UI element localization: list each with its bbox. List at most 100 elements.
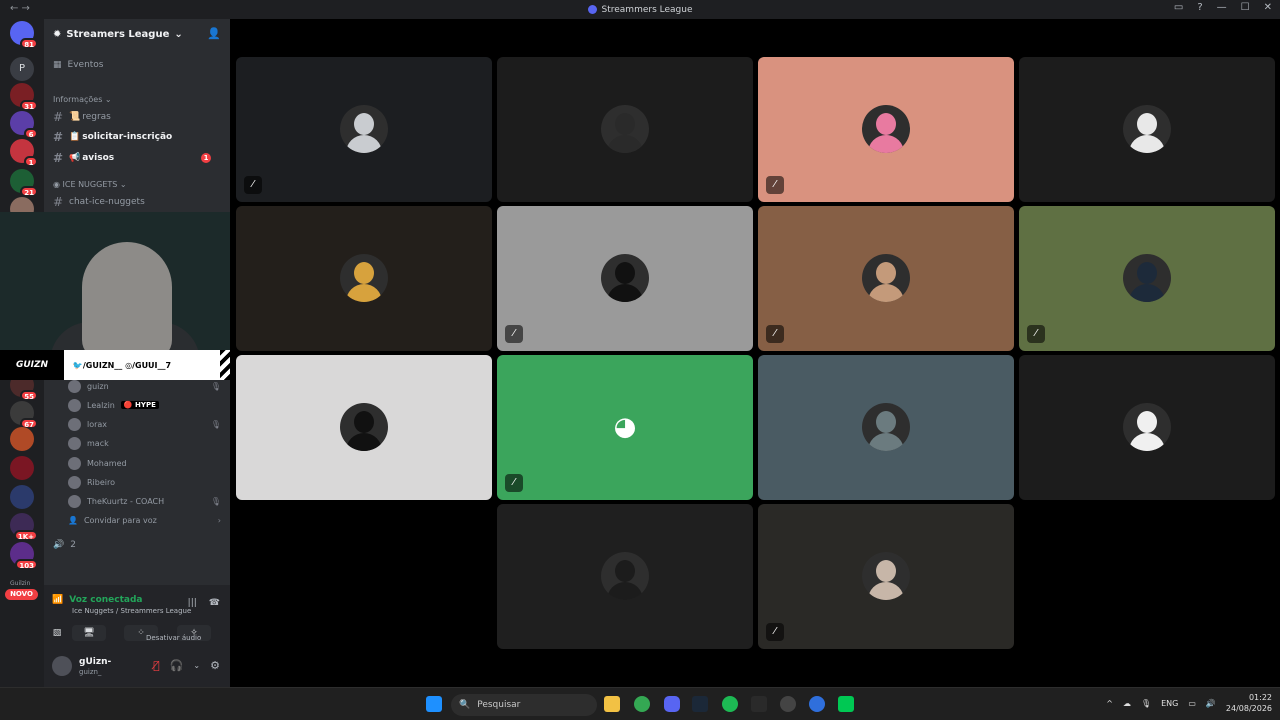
voice-channel-2[interactable]: 🔊 2 [53, 536, 221, 554]
server-icon[interactable]: 81 [10, 21, 38, 49]
avatar[interactable] [52, 656, 72, 676]
channel-avisos[interactable]: # 📢 avisos 1 [53, 149, 221, 167]
channel-regras[interactable]: # 📜 regras [53, 108, 221, 126]
chevron-up-icon[interactable]: ^ [1106, 699, 1113, 708]
search-icon: 🔍 [459, 700, 471, 710]
participant-tile[interactable] [1019, 355, 1275, 500]
channel-solicitar-inscricao[interactable]: # 📋 solicitar-inscrição [53, 128, 221, 146]
onedrive-icon[interactable]: ☁ [1123, 699, 1131, 708]
server-icon[interactable]: 67 [10, 401, 38, 429]
chrome-icon[interactable] [634, 696, 650, 712]
server-icon[interactable]: 6 [10, 111, 38, 139]
obs-icon[interactable] [780, 696, 796, 712]
close-button[interactable]: ✕ [1264, 2, 1272, 13]
voice-connected-status[interactable]: 📶 Voz conectada [52, 595, 143, 605]
voice-user[interactable]: Ribeiro [68, 474, 221, 492]
participant-tile[interactable] [236, 355, 492, 500]
network-icon[interactable]: ▭ [1188, 699, 1196, 708]
disconnect-icon[interactable]: ☎ [209, 598, 220, 608]
events-item[interactable]: ▦ Eventos [53, 56, 221, 74]
participant-tile[interactable]: ⁄ [758, 57, 1014, 202]
avatar [68, 437, 81, 451]
avatar-body [868, 284, 904, 302]
user-panel: gUizn- guizn_ 🎙̸ 🎧 ⌄ ⚙ [44, 645, 230, 687]
voice-user-name: guizn [87, 381, 109, 391]
camera-off-button[interactable]: ▧ [40, 625, 74, 641]
user-tag: 🔴 HYPE [120, 401, 159, 410]
avatar-body [346, 135, 382, 153]
unread-badge: 55 [20, 390, 38, 401]
voice-user[interactable]: TheKuurtz - COACH 🎙 [68, 493, 221, 511]
steam-icon[interactable] [692, 696, 708, 712]
server-icon[interactable]: 1 [10, 139, 38, 167]
avatar-body [346, 433, 382, 451]
participant-tile[interactable]: ⁄ [758, 206, 1014, 351]
volume-icon[interactable]: 🔊 [1206, 699, 1216, 708]
category-informacoes[interactable]: Informações ⌄ [53, 95, 112, 104]
category-ice-nuggets[interactable]: ◉ ICE NUGGETS ⌄ [53, 180, 127, 189]
participant-tile[interactable] [236, 206, 492, 351]
ea-icon[interactable] [809, 696, 825, 712]
voice-user[interactable]: Mohamed [68, 454, 221, 472]
windows-start-icon[interactable] [426, 696, 442, 712]
windows-taskbar: 🔍 Pesquisar ^ ☁ 🎙 ENG ▭ 🔊 01:22 24/08/20… [0, 687, 1280, 720]
minimize-button[interactable]: — [1217, 2, 1227, 13]
inbox-icon[interactable]: ▭ [1174, 2, 1183, 13]
server-icon[interactable] [10, 485, 34, 509]
avatar [601, 552, 649, 600]
participant-tile[interactable] [758, 355, 1014, 500]
invite-to-voice[interactable]: 👤 Convidar para voz › [68, 511, 221, 529]
server-icon[interactable]: 103 [10, 542, 38, 570]
voice-user[interactable]: lorax 🎙 [68, 416, 221, 434]
participant-tile[interactable]: ⁄ [1019, 206, 1275, 351]
chevron-down-icon[interactable]: ⌄ [193, 661, 200, 670]
avatar [68, 476, 81, 489]
noise-suppression-icon[interactable]: ||| [188, 598, 197, 608]
avatar-face [1137, 262, 1157, 284]
server-icon[interactable] [10, 456, 34, 480]
screen-share-button[interactable]: 🖥 [72, 625, 106, 641]
add-user-icon[interactable]: 👤 [207, 27, 221, 40]
voice-user-name: mack [87, 439, 109, 449]
app-green-icon[interactable] [838, 696, 854, 712]
discord-taskbar-icon[interactable] [664, 696, 680, 712]
participant-tile[interactable]: ⁄ [497, 206, 753, 351]
language-indicator[interactable]: ENG [1161, 699, 1178, 708]
voice-location[interactable]: Ice Nuggets / Streammers League [72, 607, 191, 615]
help-icon[interactable]: ? [1197, 2, 1202, 13]
headphones-icon[interactable]: 🎧 [170, 659, 184, 672]
mic-icon[interactable]: 🎙 [1141, 699, 1151, 708]
mic-muted-icon[interactable]: 🎙̸ [153, 659, 160, 672]
participant-tile[interactable]: ⁄ [236, 57, 492, 202]
server-icon[interactable] [10, 427, 34, 451]
file-explorer-icon[interactable] [604, 696, 620, 712]
voice-user[interactable]: Lealzin 🔴 HYPE [68, 396, 221, 414]
mic-muted-icon: ⁄ [505, 325, 523, 343]
participant-tile[interactable] [1019, 57, 1275, 202]
server-icon[interactable]: 21 [10, 169, 38, 197]
avatar [340, 403, 388, 451]
participant-tile[interactable] [497, 57, 753, 202]
back-forward-arrows[interactable]: ← → [10, 3, 30, 14]
server-icon[interactable]: 31 [10, 83, 38, 111]
voice-user[interactable]: mack [68, 435, 221, 453]
participant-tile[interactable] [497, 504, 753, 649]
maximize-button[interactable]: ☐ [1241, 2, 1250, 13]
app-icon[interactable] [751, 696, 767, 712]
guild-icon: ✹ [53, 28, 62, 40]
clock[interactable]: 01:22 24/08/2026 [1226, 692, 1272, 714]
spotify-icon[interactable] [722, 696, 738, 712]
participant-tile[interactable]: ◕ ⁄ [497, 355, 753, 500]
settings-gear-icon[interactable]: ⚙ [210, 659, 220, 672]
avatar-body [1129, 284, 1165, 302]
channel-chat-ice-nuggets[interactable]: # chat-ice-nuggets [53, 193, 221, 211]
avatar-face [1137, 113, 1157, 135]
avatar [68, 495, 81, 509]
chevron-right-icon: › [217, 515, 221, 525]
server-icon[interactable]: P [10, 57, 34, 81]
server-icon[interactable]: 1K+ [10, 513, 38, 541]
guild-header[interactable]: ✹ Streamers League ⌄ 👤 [44, 19, 230, 49]
user-name[interactable]: gUizn- [79, 657, 111, 667]
participant-tile[interactable]: ⁄ [758, 504, 1014, 649]
taskbar-search[interactable]: 🔍 Pesquisar [451, 694, 597, 716]
